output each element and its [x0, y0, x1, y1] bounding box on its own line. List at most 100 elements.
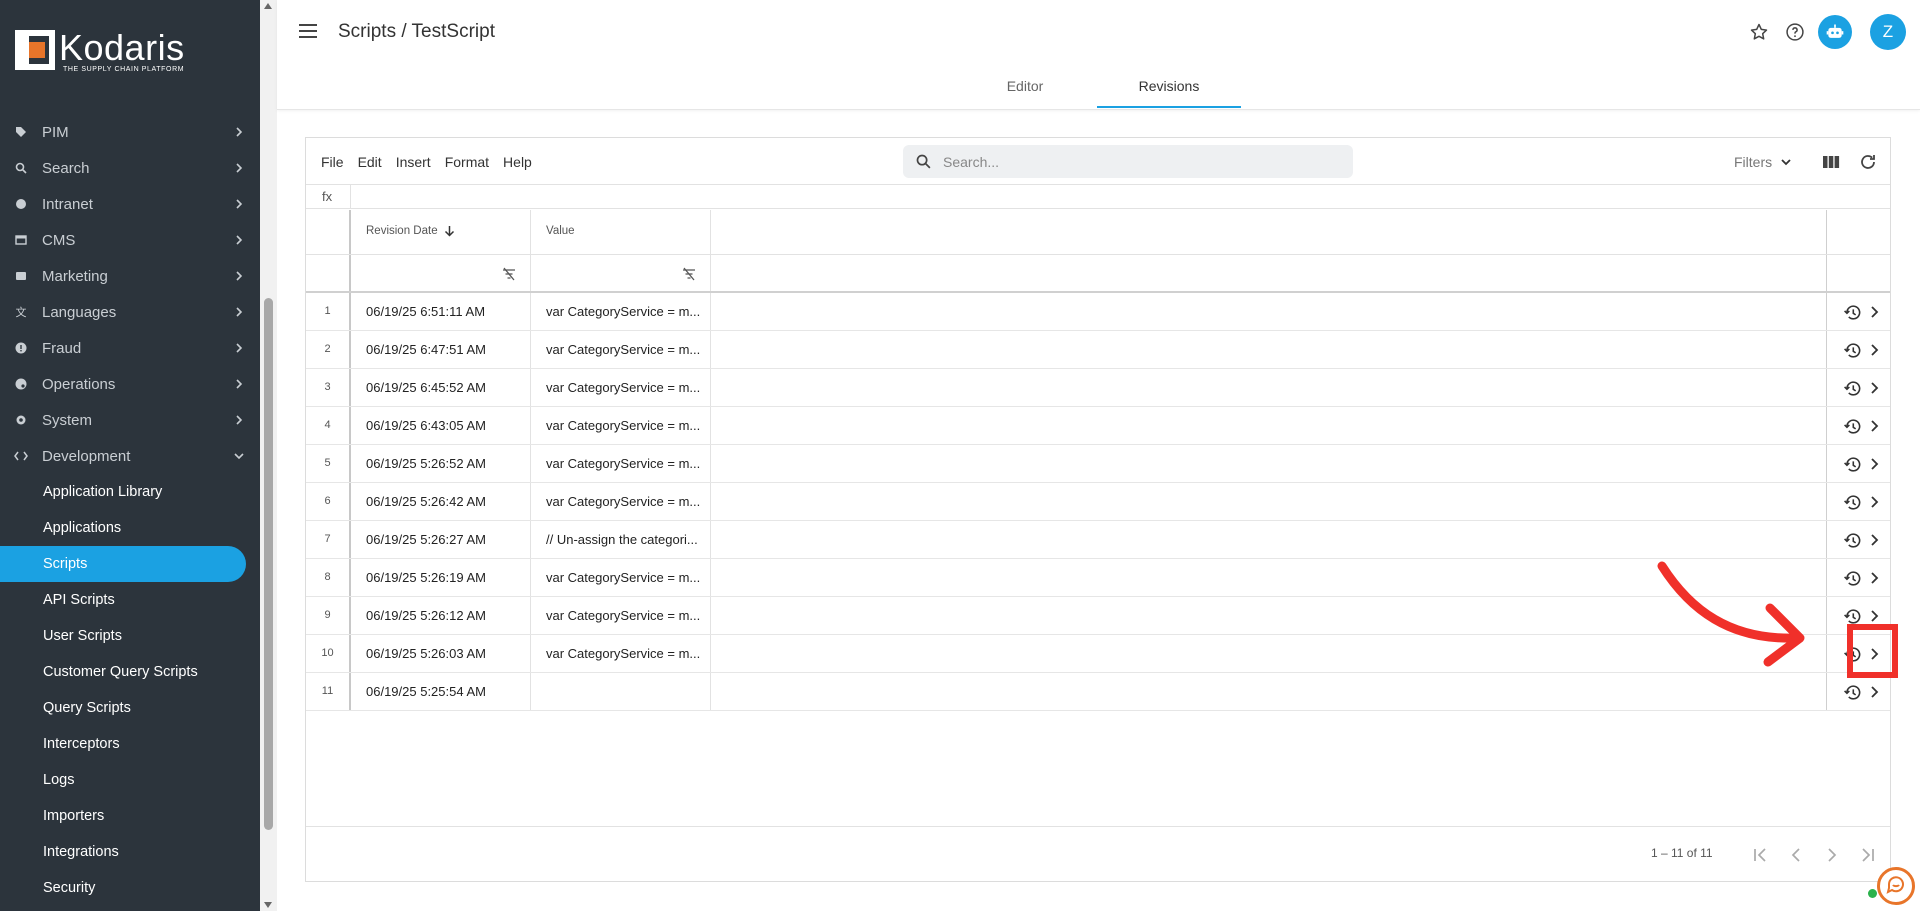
formula-bar[interactable]: fx: [306, 185, 1890, 209]
tab-revisions[interactable]: Revisions: [1097, 68, 1241, 108]
table-row[interactable]: 5 06/19/25 5:26:52 AM var CategoryService …: [306, 445, 1890, 483]
filter-off-icon[interactable]: [502, 267, 516, 281]
column-header-value[interactable]: Value: [531, 210, 711, 254]
assistant-bot-icon[interactable]: [1818, 15, 1852, 49]
sidebar-subitem-applications[interactable]: Applications: [0, 510, 260, 546]
restore-history-icon[interactable]: [1843, 341, 1862, 360]
menu-file[interactable]: File: [321, 154, 344, 170]
revision-date-cell[interactable]: 06/19/25 5:26:42 AM: [351, 483, 531, 520]
sidebar-subitem-importers[interactable]: Importers: [0, 798, 260, 834]
sidebar-item-search[interactable]: Search: [0, 150, 260, 186]
table-row[interactable]: 4 06/19/25 6:43:05 AM var CategoryService …: [306, 407, 1890, 445]
chevron-right-icon[interactable]: [1868, 646, 1882, 662]
kodaris-logo[interactable]: Kodaris THE SUPPLY CHAIN PLATFORM: [15, 30, 185, 73]
revision-date-cell[interactable]: 06/19/25 5:26:27 AM: [351, 521, 531, 558]
menu-format[interactable]: Format: [445, 154, 489, 170]
sidebar-subitem-query-scripts[interactable]: Query Scripts: [0, 690, 260, 726]
sidebar-subitem-scripts[interactable]: Scripts: [0, 546, 246, 582]
sidebar-scrollbar[interactable]: [260, 0, 277, 911]
value-cell[interactable]: var CategoryService = m...: [531, 369, 711, 406]
revision-date-cell[interactable]: 06/19/25 5:26:19 AM: [351, 559, 531, 596]
revision-date-cell[interactable]: 06/19/25 5:26:12 AM: [351, 597, 531, 634]
filter-off-icon[interactable]: [682, 267, 696, 281]
revision-date-filter[interactable]: [351, 255, 531, 291]
restore-history-icon[interactable]: [1843, 607, 1862, 626]
restore-history-icon[interactable]: [1843, 531, 1862, 550]
value-cell[interactable]: var CategoryService = m...: [531, 407, 711, 444]
chevron-right-icon[interactable]: [1868, 342, 1882, 358]
table-row[interactable]: 9 06/19/25 5:26:12 AM var CategoryService …: [306, 597, 1890, 635]
value-filter[interactable]: [531, 255, 711, 291]
sort-descending-icon[interactable]: [444, 225, 455, 237]
chevron-right-icon[interactable]: [1868, 570, 1882, 586]
chevron-right-icon[interactable]: [1868, 684, 1882, 700]
revision-date-cell[interactable]: 06/19/25 6:45:52 AM: [351, 369, 531, 406]
hamburger-menu-icon[interactable]: [299, 24, 317, 38]
restore-history-icon[interactable]: [1843, 303, 1862, 322]
sidebar-subitem-application-library[interactable]: Application Library: [0, 474, 260, 510]
previous-page-icon[interactable]: [1785, 844, 1807, 866]
sidebar-item-languages[interactable]: 文 Languages: [0, 294, 260, 330]
last-page-icon[interactable]: [1857, 844, 1879, 866]
restore-history-icon[interactable]: [1843, 455, 1862, 474]
search-input[interactable]: [943, 150, 1343, 174]
restore-history-icon[interactable]: [1843, 493, 1862, 512]
first-page-icon[interactable]: [1749, 844, 1771, 866]
user-avatar[interactable]: Z: [1870, 14, 1906, 50]
sidebar-subitem-customer-query-scripts[interactable]: Customer Query Scripts: [0, 654, 260, 690]
columns-icon[interactable]: [1821, 152, 1841, 172]
scrollbar-thumb[interactable]: [264, 298, 273, 830]
table-row[interactable]: 7 06/19/25 5:26:27 AM // Un-assign the cat…: [306, 521, 1890, 559]
value-cell[interactable]: var CategoryService = m...: [531, 293, 711, 330]
help-icon[interactable]: [1782, 19, 1808, 45]
table-row[interactable]: 3 06/19/25 6:45:52 AM var CategoryService …: [306, 369, 1890, 407]
value-cell[interactable]: [531, 673, 711, 710]
revision-date-cell[interactable]: 06/19/25 5:26:03 AM: [351, 635, 531, 672]
value-cell[interactable]: var CategoryService = m...: [531, 445, 711, 482]
menu-edit[interactable]: Edit: [358, 154, 382, 170]
revision-date-cell[interactable]: 06/19/25 6:47:51 AM: [351, 331, 531, 368]
chevron-right-icon[interactable]: [1868, 380, 1882, 396]
revision-date-cell[interactable]: 06/19/25 6:43:05 AM: [351, 407, 531, 444]
next-page-icon[interactable]: [1821, 844, 1843, 866]
sidebar-subitem-api-scripts[interactable]: API Scripts: [0, 582, 260, 618]
sidebar-item-cms[interactable]: CMS: [0, 222, 260, 258]
sidebar-item-operations[interactable]: Operations: [0, 366, 260, 402]
sidebar-item-system[interactable]: System: [0, 402, 260, 438]
chevron-right-icon[interactable]: [1868, 532, 1882, 548]
menu-insert[interactable]: Insert: [396, 154, 431, 170]
chat-support-icon[interactable]: [1877, 867, 1915, 905]
sidebar-item-fraud[interactable]: Fraud: [0, 330, 260, 366]
tab-editor[interactable]: Editor: [953, 68, 1097, 108]
value-cell[interactable]: var CategoryService = m...: [531, 559, 711, 596]
table-row[interactable]: 10 06/19/25 5:26:03 AM var CategoryService…: [306, 635, 1890, 673]
value-cell[interactable]: var CategoryService = m...: [531, 483, 711, 520]
restore-history-icon[interactable]: [1843, 645, 1862, 664]
restore-history-icon[interactable]: [1843, 569, 1862, 588]
value-cell[interactable]: // Un-assign the categori...: [531, 521, 711, 558]
scroll-up-arrow-icon[interactable]: [264, 3, 272, 9]
sidebar-item-intranet[interactable]: Intranet: [0, 186, 260, 222]
value-cell[interactable]: var CategoryService = m...: [531, 635, 711, 672]
chevron-right-icon[interactable]: [1868, 304, 1882, 320]
revision-date-cell[interactable]: 06/19/25 5:25:54 AM: [351, 673, 531, 710]
table-row[interactable]: 8 06/19/25 5:26:19 AM var CategoryService …: [306, 559, 1890, 597]
sidebar-item-marketing[interactable]: Marketing: [0, 258, 260, 294]
sidebar-subitem-logs[interactable]: Logs: [0, 762, 260, 798]
menu-help[interactable]: Help: [503, 154, 532, 170]
chevron-right-icon[interactable]: [1868, 608, 1882, 624]
sidebar-subitem-user-scripts[interactable]: User Scripts: [0, 618, 260, 654]
sidebar-item-pim[interactable]: PIM: [0, 114, 260, 150]
table-row[interactable]: 1 06/19/25 6:51:11 AM var CategoryService …: [306, 293, 1890, 331]
restore-history-icon[interactable]: [1843, 379, 1862, 398]
revision-date-cell[interactable]: 06/19/25 5:26:52 AM: [351, 445, 531, 482]
table-row[interactable]: 6 06/19/25 5:26:42 AM var CategoryService …: [306, 483, 1890, 521]
column-header-revision-date[interactable]: Revision Date: [351, 210, 531, 254]
sidebar-subitem-interceptors[interactable]: Interceptors: [0, 726, 260, 762]
revision-date-cell[interactable]: 06/19/25 6:51:11 AM: [351, 293, 531, 330]
star-icon[interactable]: [1746, 19, 1772, 45]
sidebar-subitem-integrations[interactable]: Integrations: [0, 834, 260, 870]
value-cell[interactable]: var CategoryService = m...: [531, 331, 711, 368]
table-row[interactable]: 11 06/19/25 5:25:54 AM: [306, 673, 1890, 711]
sidebar-subitem-security[interactable]: Security: [0, 870, 260, 906]
